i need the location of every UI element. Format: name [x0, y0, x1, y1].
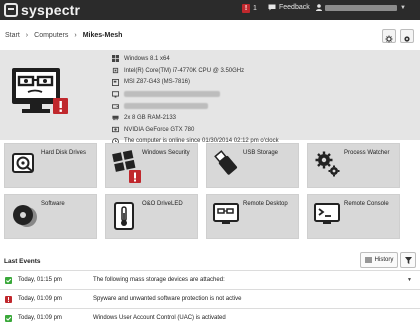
filter-icon: [404, 256, 412, 264]
gear-icon: [385, 35, 393, 43]
notification-count: 1: [253, 5, 257, 12]
events-list: Today, 01:15 pm The following mass stora…: [0, 270, 420, 325]
console-icon: [314, 203, 340, 224]
cpu-icon: [112, 68, 119, 74]
event-row[interactable]: Today, 01:09 pm Windows User Account Con…: [0, 308, 420, 325]
list-icon: [364, 257, 372, 263]
event-message: The following mass storage devices are a…: [93, 277, 225, 283]
user-name-redacted: [325, 5, 397, 11]
spec-monitor-redacted: [124, 91, 220, 98]
spec-drive: [112, 100, 279, 112]
breadcrumb-bar: Start › Computers › Mikes-Mesh: [0, 20, 420, 50]
tile-label: USB Storage: [243, 150, 279, 156]
filter-button[interactable]: [400, 252, 416, 268]
feedback-label: Feedback: [279, 4, 310, 11]
spec-os-text: Windows 8.1 x64: [124, 55, 170, 62]
breadcrumb-current: Mikes-Mesh: [82, 32, 123, 39]
error-alert-icon: [5, 295, 12, 303]
tile-label: O&O DriveLED: [142, 201, 183, 207]
user-icon: [316, 4, 322, 11]
user-menu[interactable]: ▼: [316, 4, 406, 11]
top-bar: syspectr ! 1 Feedback ▼: [0, 0, 420, 20]
tile-label: Remote Console: [344, 201, 389, 207]
windows-security-icon: [112, 150, 141, 183]
app-name: syspectr: [21, 2, 81, 18]
tile-label: Remote Desktop: [243, 201, 288, 207]
breadcrumb-separator-icon: ›: [74, 32, 77, 39]
chevron-down-icon[interactable]: ▼: [407, 277, 412, 283]
spec-motherboard-text: MSI Z87-G43 (MS-7816): [124, 79, 191, 86]
spec-motherboard: MSI Z87-G43 (MS-7816): [112, 77, 279, 89]
spec-gpu-text: NVIDIA GeForce GTX 780: [124, 126, 195, 133]
spec-gpu: NVIDIA GeForce GTX 780: [112, 124, 279, 136]
tile-label: Hard Disk Drives: [41, 150, 87, 156]
success-check-icon: [5, 314, 12, 322]
tile-usb-storage[interactable]: USB Storage: [206, 143, 299, 188]
monitor-icon: [112, 91, 119, 98]
computer-avatar-icon: [12, 68, 68, 114]
event-time: Today, 01:09 pm: [18, 296, 62, 302]
event-time: Today, 01:15 pm: [18, 277, 62, 283]
gears-icon: [315, 151, 340, 177]
spec-ram-text: 2x 8 GB RAM-2133: [124, 114, 177, 121]
spec-drive-redacted: [124, 103, 208, 110]
spec-os: Windows 8.1 x64: [112, 53, 279, 65]
breadcrumb-computers[interactable]: Computers: [34, 32, 68, 39]
windows-icon: [112, 55, 119, 63]
notifications-button[interactable]: ! 1: [242, 4, 257, 13]
tile-remote-console[interactable]: Remote Console: [307, 194, 400, 239]
chevron-down-icon: ▼: [400, 4, 406, 11]
sun-settings-button[interactable]: [382, 29, 396, 43]
spec-cpu: Intel(R) Core(TM) i7-4770K CPU @ 3.50GHz: [112, 65, 279, 77]
tile-label: Windows Security: [142, 150, 190, 156]
breadcrumb-start[interactable]: Start: [5, 32, 20, 39]
tile-label: Software: [41, 201, 65, 207]
gpu-icon: [112, 127, 119, 133]
tile-remote-desktop[interactable]: Remote Desktop: [206, 194, 299, 239]
spec-monitor: [112, 88, 279, 100]
app-logo[interactable]: syspectr: [4, 2, 80, 18]
tile-process-watcher[interactable]: Process Watcher: [307, 143, 400, 188]
cog-icon: [404, 36, 410, 42]
logo-icon: [4, 3, 18, 17]
event-message: Windows User Account Control (UAC) is ac…: [93, 315, 226, 321]
settings-button[interactable]: [400, 29, 414, 43]
event-time: Today, 01:09 pm: [18, 315, 62, 321]
event-row[interactable]: Today, 01:09 pm Spyware and unwanted sof…: [0, 289, 420, 308]
computer-info-panel: Windows 8.1 x64 Intel(R) Core(TM) i7-477…: [0, 50, 420, 145]
speech-bubble-icon: [268, 4, 276, 11]
tile-software[interactable]: Software: [4, 194, 97, 239]
events-title: Last Events: [4, 258, 41, 265]
breadcrumb-separator-icon: ›: [25, 32, 29, 39]
tile-windows-security[interactable]: Windows Security: [105, 143, 198, 188]
ram-icon: [112, 116, 119, 121]
event-row[interactable]: Today, 01:15 pm The following mass stora…: [0, 270, 420, 289]
tile-hard-disk-drives[interactable]: Hard Disk Drives: [4, 143, 97, 188]
event-message: Spyware and unwanted software protection…: [93, 296, 242, 302]
success-check-icon: [5, 276, 12, 284]
disc-icon: [13, 205, 37, 227]
remote-desktop-icon: [213, 203, 239, 224]
feedback-button[interactable]: Feedback: [268, 4, 310, 11]
hard-disk-icon: [12, 153, 34, 173]
history-button[interactable]: History: [360, 252, 398, 268]
drive-icon: [112, 103, 119, 109]
usb-icon: [214, 150, 238, 175]
tile-oo-driveled[interactable]: O&O DriveLED: [105, 194, 198, 239]
notification-alert-icon: !: [242, 4, 250, 13]
tile-label: Process Watcher: [344, 150, 390, 156]
history-label: History: [374, 257, 394, 263]
spec-ram: 2x 8 GB RAM-2133: [112, 112, 279, 124]
spec-cpu-text: Intel(R) Core(TM) i7-4770K CPU @ 3.50GHz: [124, 67, 245, 74]
breadcrumb: Start › Computers › Mikes-Mesh: [5, 32, 122, 39]
motherboard-icon: [112, 78, 119, 86]
spec-list: Windows 8.1 x64 Intel(R) Core(TM) i7-477…: [112, 53, 279, 147]
thermometer-icon: [114, 202, 134, 230]
